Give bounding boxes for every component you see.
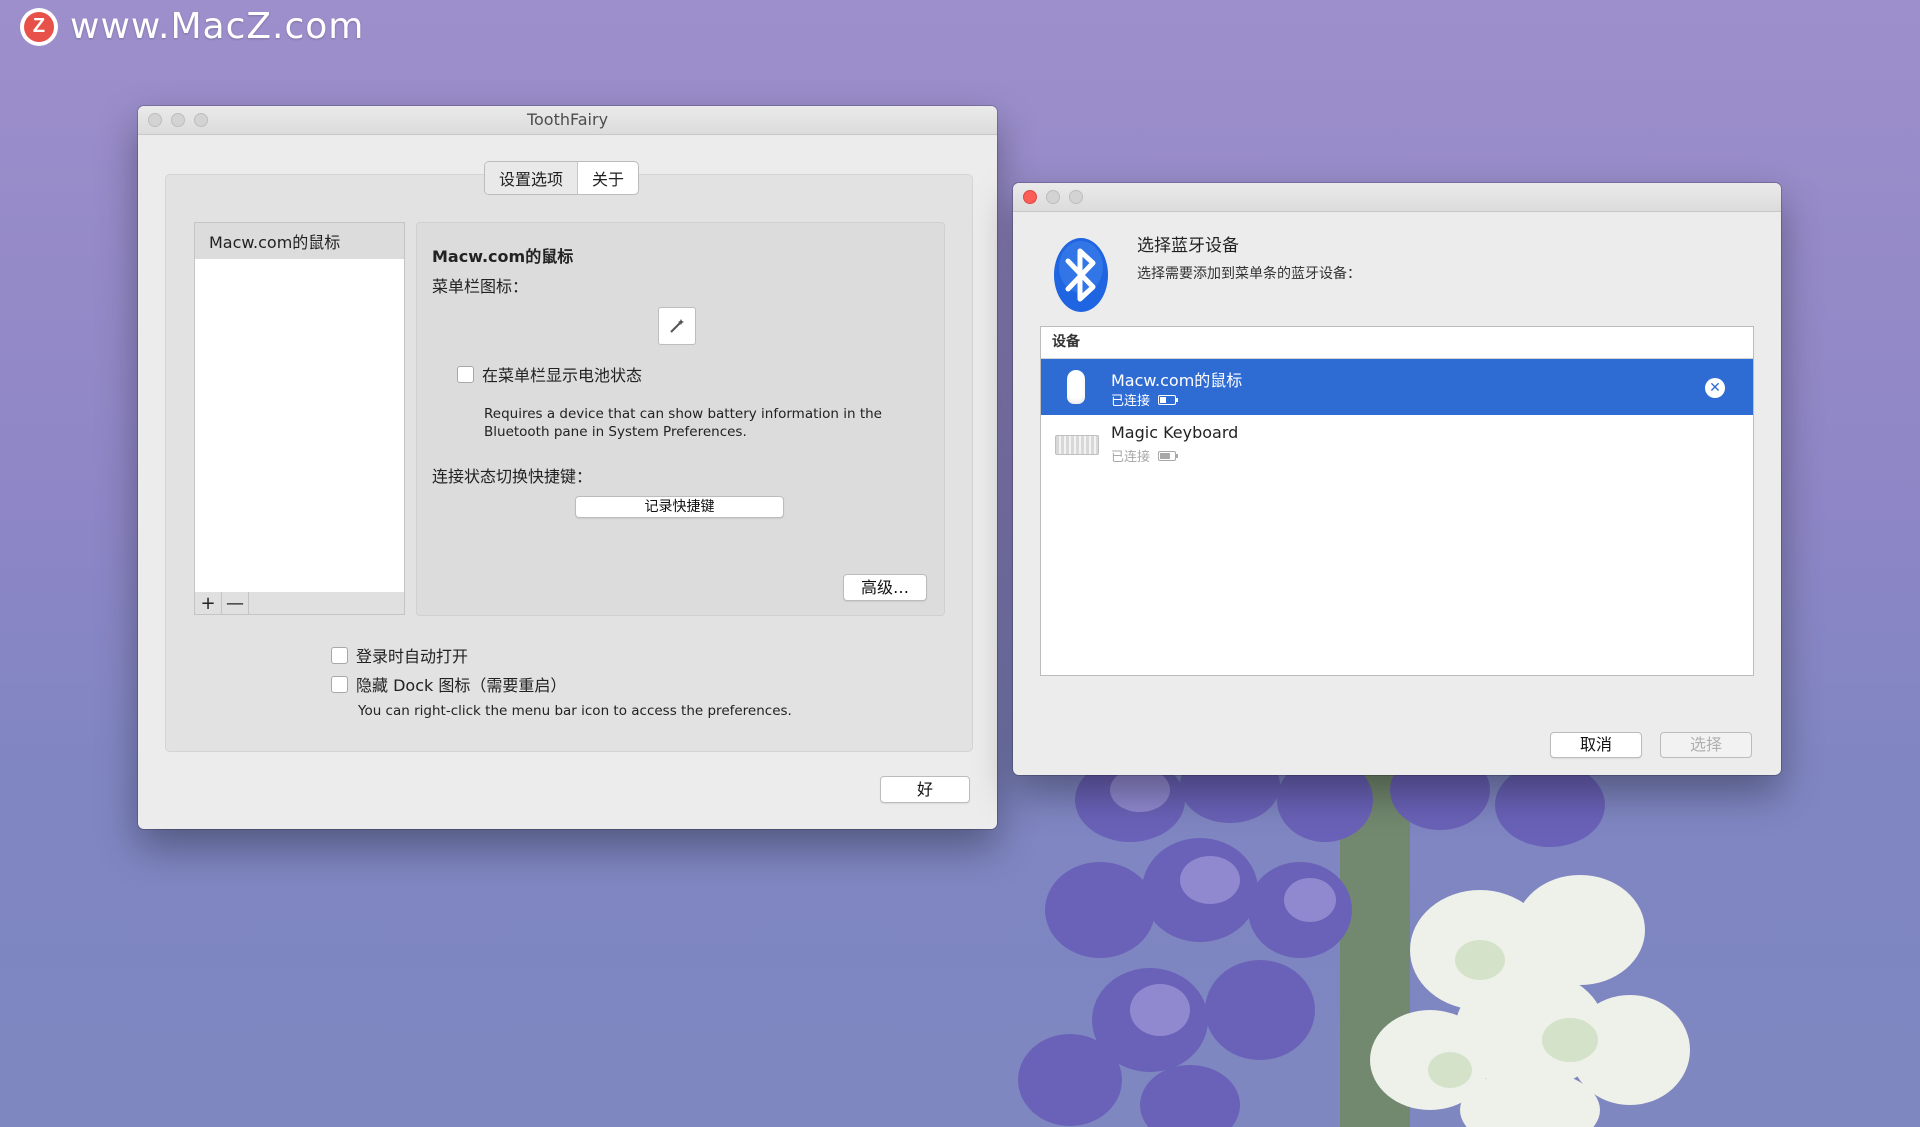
status-text: 已连接: [1111, 394, 1151, 409]
tab-settings[interactable]: 设置选项: [485, 162, 579, 194]
device-detail-panel: Macw.com的鼠标 菜单栏图标： 在菜单栏显示电池状态 Requires a…: [416, 222, 945, 616]
device-status: 已连接: [1111, 446, 1179, 465]
dialog-subheading: 选择需要添加到菜单条的蓝牙设备：: [1137, 266, 1361, 282]
advanced-button[interactable]: 高级…: [843, 574, 927, 601]
checkbox[interactable]: [331, 646, 348, 664]
hide-dock-checkbox[interactable]: 隐藏 Dock 图标（需要重启）: [331, 672, 566, 696]
device-list: Macw.com的鼠标: [194, 222, 405, 594]
menubar-icon-well[interactable]: [658, 307, 696, 345]
minimize-button[interactable]: [1046, 190, 1060, 204]
minimize-button[interactable]: [171, 113, 185, 127]
column-header: 设备: [1041, 327, 1753, 359]
zoom-button[interactable]: [194, 113, 208, 127]
bluetooth-icon: [1054, 238, 1108, 312]
device-list-item[interactable]: Macw.com的鼠标: [195, 223, 404, 259]
wallpaper-flower-image: [1018, 760, 1690, 1127]
shortcut-label: 连接状态切换快捷键：: [432, 467, 593, 486]
battery-icon: [1158, 450, 1179, 461]
checkbox[interactable]: [331, 675, 348, 693]
menubar-icon-label: 菜单栏图标：: [432, 277, 529, 296]
hide-dock-note: You can right-click the menu bar icon to…: [358, 703, 792, 719]
battery-icon: [1158, 394, 1179, 405]
device-name: Macw.com的鼠标: [1111, 371, 1243, 390]
battery-note: Requires a device that can show battery …: [484, 406, 882, 440]
launch-at-login-label: 登录时自动打开: [356, 647, 469, 666]
device-name-heading: Macw.com的鼠标: [432, 247, 574, 266]
launch-at-login-checkbox[interactable]: 登录时自动打开: [331, 643, 468, 667]
keyboard-icon: [1055, 435, 1099, 455]
device-name: Magic Keyboard: [1111, 423, 1239, 442]
record-shortcut-button[interactable]: 记录快捷键: [575, 496, 784, 518]
status-text: 已连接: [1111, 450, 1151, 465]
magic-wand-icon: [670, 319, 684, 333]
remove-icon[interactable]: ✕: [1705, 378, 1725, 398]
remove-device-button[interactable]: —: [222, 592, 249, 614]
device-table: 设备 Macw.com的鼠标 已连接 ✕ Magic Keyboard 已连接: [1040, 326, 1754, 676]
device-row[interactable]: Magic Keyboard 已连接: [1041, 415, 1753, 471]
mouse-icon: [1067, 370, 1085, 404]
watermark: Z www.MacZ.com: [20, 6, 364, 47]
checkbox[interactable]: [457, 365, 474, 383]
add-device-button[interactable]: +: [195, 592, 222, 614]
title-bar: ToothFairy: [138, 106, 997, 135]
dialog-heading: 选择蓝牙设备: [1137, 236, 1239, 256]
cancel-button[interactable]: 取消: [1550, 732, 1642, 758]
show-battery-checkbox[interactable]: 在菜单栏显示电池状态: [457, 362, 642, 386]
watermark-text: www.MacZ.com: [70, 6, 365, 47]
close-button[interactable]: [1023, 190, 1037, 204]
tab-about[interactable]: 关于: [578, 162, 638, 194]
device-row[interactable]: Macw.com的鼠标 已连接 ✕: [1041, 359, 1753, 415]
hide-dock-label: 隐藏 Dock 图标（需要重启）: [356, 676, 567, 695]
close-button[interactable]: [148, 113, 162, 127]
bluetooth-select-window: 选择蓝牙设备 选择需要添加到菜单条的蓝牙设备： 设备 Macw.com的鼠标 已…: [1013, 183, 1781, 775]
window-controls: [148, 113, 208, 127]
window-title: ToothFairy: [526, 110, 609, 129]
select-button[interactable]: 选择: [1660, 732, 1752, 758]
tab-bar: 设置选项 关于: [484, 161, 640, 195]
title-bar: [1013, 183, 1781, 212]
macz-logo-icon: Z: [20, 7, 58, 46]
window-controls: [1023, 190, 1083, 204]
list-controls: + —: [194, 592, 405, 615]
toothfairy-window: ToothFairy 设置选项 关于 Macw.com的鼠标 + — Macw.…: [138, 106, 997, 829]
zoom-button[interactable]: [1069, 190, 1083, 204]
show-battery-label: 在菜单栏显示电池状态: [482, 366, 643, 385]
ok-button[interactable]: 好: [880, 776, 970, 803]
device-status: 已连接: [1111, 390, 1179, 409]
